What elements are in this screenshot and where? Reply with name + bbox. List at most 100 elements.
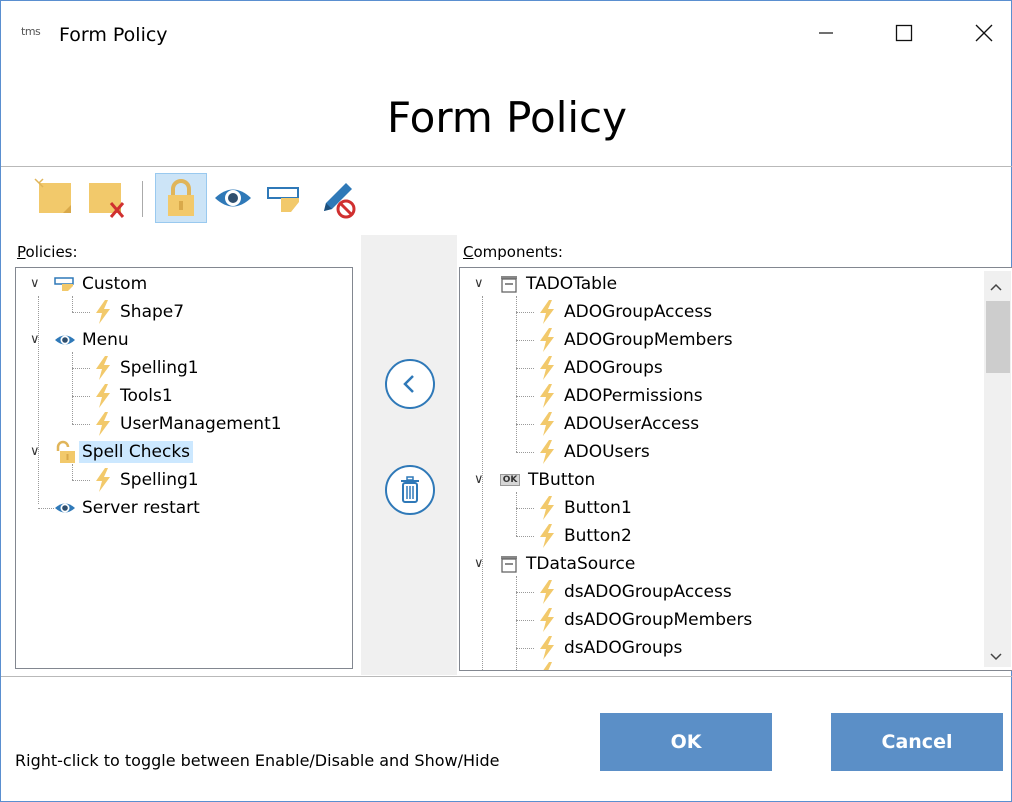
lightning-icon (536, 440, 558, 464)
tree-node-label: Server restart (82, 498, 200, 518)
tree-node-label: Custom (82, 274, 148, 294)
components-label: Components: (463, 243, 563, 261)
tree-node-label: TADOTable (526, 274, 618, 294)
table-icon (498, 553, 520, 575)
new-policy-icon (34, 178, 71, 213)
header-divider (1, 166, 1012, 167)
tree-node-shape7[interactable]: Shape7 (92, 298, 184, 326)
tree-node-label: dsADOGroups (564, 638, 683, 658)
tree-node-component[interactable]: ADOUsers (536, 438, 650, 466)
tree-node-component[interactable]: Button2 (536, 522, 632, 550)
chevron-down-icon[interactable]: ∨ (474, 276, 484, 291)
eye-icon (215, 189, 251, 207)
lightning-icon (536, 412, 558, 436)
lightning-icon (536, 580, 558, 604)
tree-node-tools1[interactable]: Tools1 (92, 382, 173, 410)
tree-node-spelling1[interactable]: Spelling1 (92, 466, 199, 494)
eye-icon (54, 497, 76, 519)
tree-node-label: Shape7 (120, 302, 185, 322)
lightning-icon (92, 384, 114, 408)
tree-node-label: dsADOGroupAccess (564, 582, 732, 602)
tree-node-label: Menu (82, 330, 129, 350)
tree-node-component[interactable]: ADOGroupAccess (536, 298, 712, 326)
tree-node-label: Spell Checks (79, 441, 194, 463)
chevron-left-icon (403, 375, 414, 393)
app-icon: tms (21, 25, 41, 38)
tree-node-component[interactable]: ADOGroupMembers (536, 326, 733, 354)
tree-node-partial (536, 660, 564, 670)
lightning-icon (92, 356, 114, 380)
eye-icon (54, 329, 76, 351)
toolbar-separator (142, 181, 143, 217)
policies-label: Policies: (17, 243, 78, 261)
lock-policy-button[interactable] (155, 173, 207, 223)
tree-node-label: Tools1 (120, 386, 173, 406)
tree-node-usermanagement1[interactable]: UserManagement1 (92, 410, 282, 438)
tree-node-label: ADOUsers (564, 442, 650, 462)
tree-node-component[interactable]: dsADOGroupMembers (536, 606, 752, 634)
tree-node-label: Spelling1 (120, 358, 199, 378)
tree-node-component[interactable]: dsADOGroups (536, 634, 682, 662)
lightning-icon (536, 636, 558, 660)
trash-icon (401, 476, 419, 503)
tree-node-custom[interactable]: Custom (54, 270, 147, 298)
scrollbar-thumb[interactable] (986, 301, 1010, 373)
tree-node-tadotable[interactable]: TADOTable (498, 270, 617, 298)
tree-node-component[interactable]: Button1 (536, 494, 632, 522)
new-policy-button[interactable] (29, 173, 81, 223)
tree-node-label: Button2 (564, 526, 632, 546)
lightning-icon (92, 468, 114, 492)
hint-text: Right-click to toggle between Enable/Dis… (15, 751, 500, 770)
minimize-button[interactable] (803, 11, 849, 55)
tree-node-spelling1[interactable]: Spelling1 (92, 354, 199, 382)
close-icon (975, 24, 993, 42)
custom-shape-icon (54, 273, 76, 295)
ok-button[interactable]: OK (600, 713, 772, 771)
components-tree[interactable]: ∨ TADOTable ADOGroupAccess ADOGroupMembe… (459, 267, 1012, 671)
table-icon (498, 273, 520, 295)
lightning-icon (536, 328, 558, 352)
minimize-icon (819, 32, 833, 34)
lightning-icon (536, 300, 558, 324)
chevron-down-icon[interactable]: ∨ (474, 472, 484, 487)
tree-node-tdatasource[interactable]: TDataSource (498, 550, 635, 578)
custom-policy-button[interactable] (259, 173, 311, 223)
tree-node-component[interactable]: ADOGroups (536, 354, 663, 382)
delete-policy-button[interactable] (81, 173, 133, 223)
tree-node-component[interactable]: ADOPermissions (536, 382, 703, 410)
tree-node-spell-checks[interactable]: Spell Checks (54, 438, 194, 466)
tree-node-menu[interactable]: Menu (54, 326, 129, 354)
delete-button[interactable] (385, 465, 435, 515)
unlock-icon (54, 440, 76, 463)
tree-node-label: UserManagement1 (120, 414, 282, 434)
scroll-down-icon[interactable] (989, 647, 1003, 666)
scroll-up-icon[interactable] (989, 277, 1003, 296)
chevron-down-icon[interactable]: ∨ (30, 444, 40, 459)
tree-node-label: ADOGroups (564, 358, 663, 378)
tree-node-label: Spelling1 (120, 470, 199, 490)
lightning-icon (536, 496, 558, 520)
chevron-down-icon[interactable]: ∨ (30, 332, 40, 347)
tree-node-component[interactable]: dsADOGroupAccess (536, 578, 732, 606)
tree-node-component[interactable]: ADOUserAccess (536, 410, 699, 438)
chevron-down-icon[interactable]: ∨ (30, 276, 40, 291)
lightning-icon (536, 524, 558, 548)
chevron-down-icon[interactable]: ∨ (474, 556, 484, 571)
maximize-icon (895, 24, 913, 42)
policies-tree[interactable]: ∨ Custom Shape7 ∨ Menu Spelling1 Tools1 … (15, 267, 353, 669)
lightning-icon (92, 300, 114, 324)
close-button[interactable] (961, 11, 1007, 55)
move-left-button[interactable] (385, 359, 435, 409)
tree-node-tbutton[interactable]: OK TButton (498, 466, 595, 494)
tree-node-server-restart[interactable]: Server restart (54, 494, 200, 522)
window-title: Form Policy (59, 24, 168, 46)
tree-node-label: TDataSource (526, 554, 636, 574)
tree-node-label: TButton (528, 470, 596, 490)
tree-node-label: ADOGroupMembers (564, 330, 733, 350)
cancel-button[interactable]: Cancel (831, 713, 1003, 771)
no-edit-policy-button[interactable] (311, 173, 363, 223)
tree-node-label: ADOUserAccess (564, 414, 700, 434)
maximize-button[interactable] (881, 11, 927, 55)
custom-shape-icon (267, 187, 299, 212)
visibility-policy-button[interactable] (207, 173, 259, 223)
